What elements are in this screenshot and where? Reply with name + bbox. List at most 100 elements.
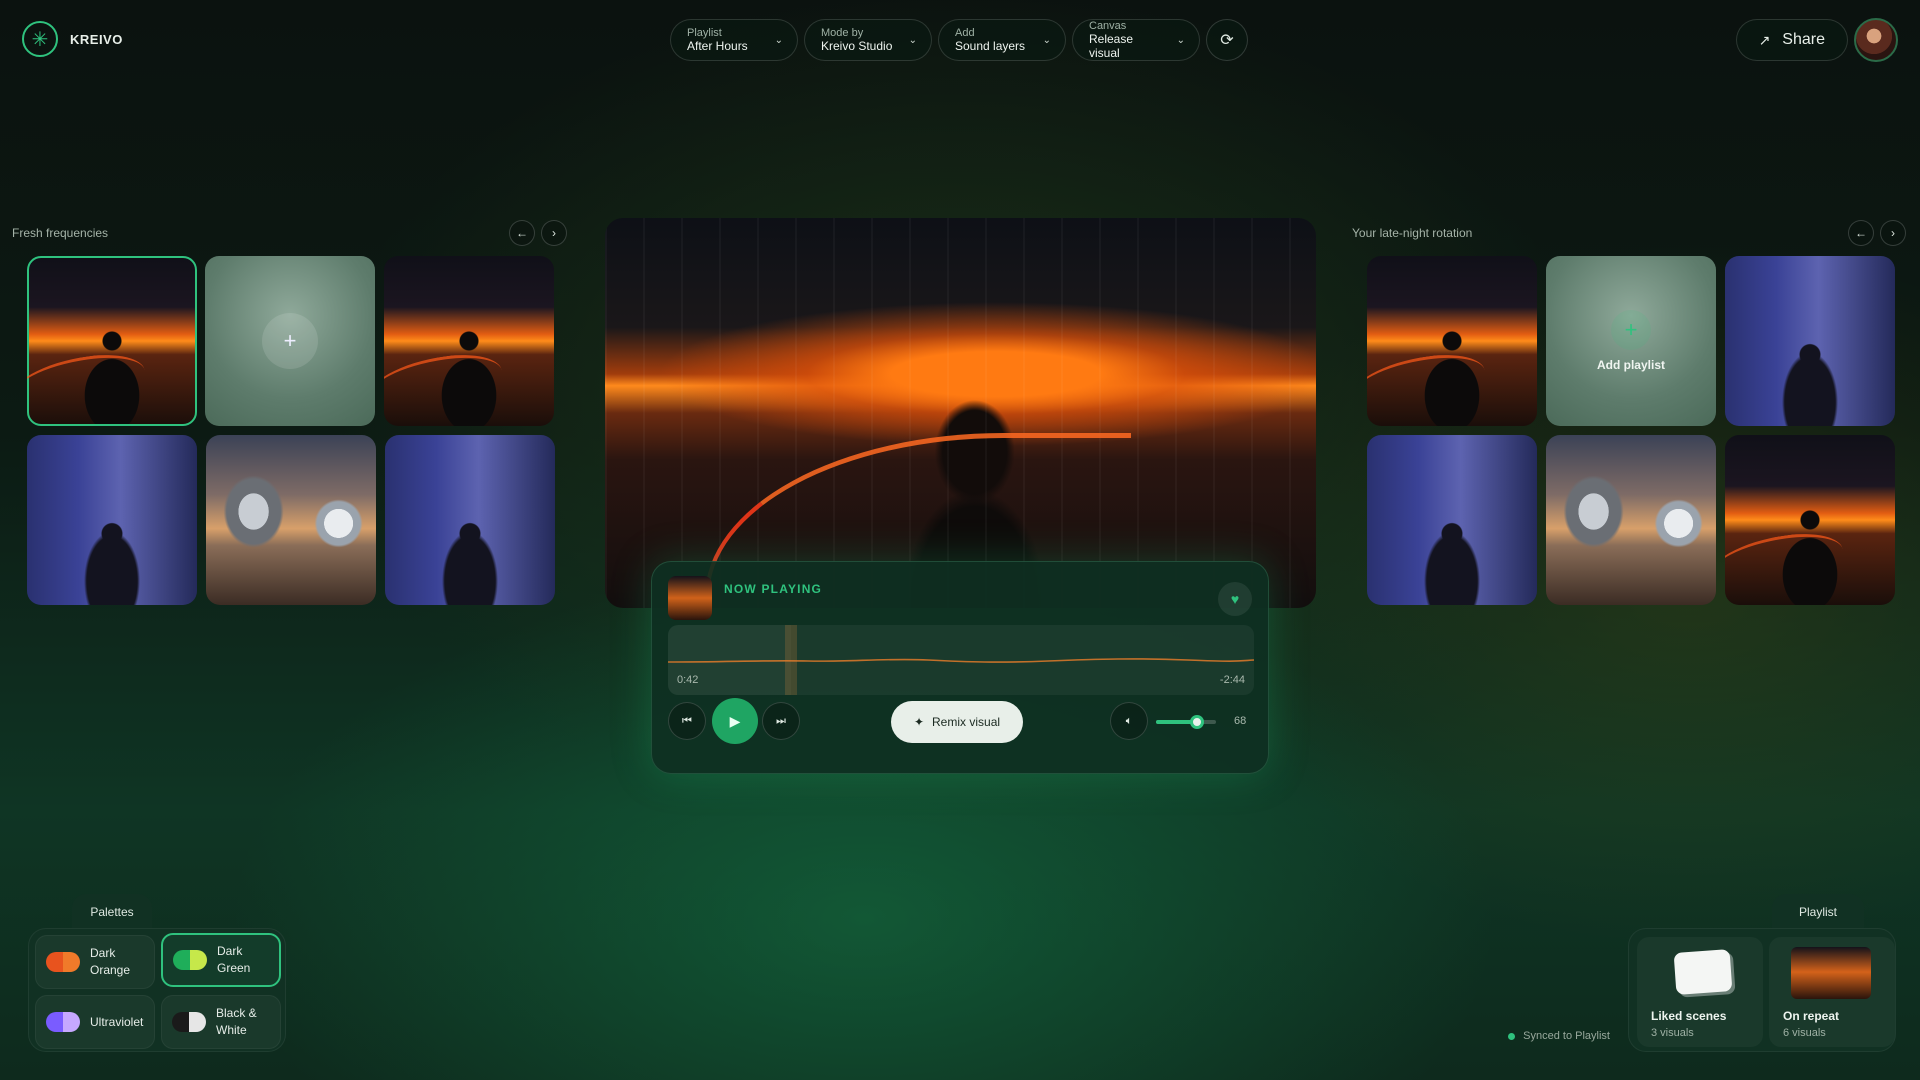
palette-name-line1: Dark <box>90 946 116 960</box>
now-playing-label: NOW PLAYING <box>724 582 823 596</box>
heart-icon: ♥ <box>1230 591 1240 607</box>
dropdown-label: Mode by <box>821 27 864 39</box>
mode-dropdown[interactable]: Mode by Kreivo Studio ⌄ <box>804 19 932 61</box>
next-track-button[interactable]: ⏭ <box>762 702 800 740</box>
palette-swatch <box>46 1012 80 1032</box>
volume-slider[interactable] <box>1156 715 1216 729</box>
playlist-panel: Liked scenes 3 visuals On repeat 6 visua… <box>1628 928 1896 1052</box>
palette-name-line1: Ultraviolet <box>90 1014 144 1029</box>
palette-name-line2: White <box>216 1023 247 1037</box>
palette-black-white[interactable]: Black & White <box>161 995 281 1049</box>
now-playing-card: NOW PLAYING ♥ 0:42 -2:44 ⏮ ▶ ⏭ ✦ Remix v… <box>651 561 1269 774</box>
elapsed-time: 0:42 <box>677 674 699 686</box>
skip-forward-icon: ⏭ <box>776 714 786 727</box>
remaining-time: -2:44 <box>1219 674 1245 686</box>
visual-tile[interactable] <box>1725 256 1895 426</box>
visual-tile[interactable] <box>1367 435 1537 605</box>
waveform-scrubber[interactable]: 0:42 -2:44 <box>668 625 1254 695</box>
playlist-tab[interactable]: Playlist <box>1772 894 1864 930</box>
section-title-fresh: Fresh frequencies <box>12 226 109 240</box>
next-button[interactable]: › <box>541 220 567 246</box>
remix-visual-button[interactable]: ✦ Remix visual <box>891 701 1023 743</box>
visual-tile[interactable] <box>384 256 554 426</box>
playlist-count: 3 visuals <box>1651 1027 1694 1039</box>
palettes-tab[interactable]: Palettes <box>72 894 152 930</box>
palette-name-line2: Green <box>217 961 251 975</box>
dropdown-value: After Hours <box>687 39 748 53</box>
visual-tile[interactable] <box>385 435 555 605</box>
waveform-line <box>668 658 1254 663</box>
canvas-dropdown[interactable]: Canvas Release visual ⌄ <box>1072 19 1200 61</box>
like-button[interactable]: ♥ <box>1218 582 1252 616</box>
visual-tile[interactable] <box>27 435 197 605</box>
next-button[interactable]: › <box>1880 220 1906 246</box>
add-playlist-label: Add playlist <box>1596 358 1665 372</box>
add-layers-dropdown[interactable]: Add Sound layers ⌄ <box>938 19 1066 61</box>
refresh-icon: ⟳ <box>1220 32 1234 49</box>
previous-track-button[interactable]: ⏮ <box>668 702 706 740</box>
chevron-down-icon: ⌄ <box>774 34 783 46</box>
app-name: KREIVO <box>70 31 123 47</box>
playlist-thumbnail <box>1791 947 1871 999</box>
share-label: Share <box>1782 31 1825 48</box>
visual-tile[interactable] <box>206 435 376 605</box>
playlist-dropdown[interactable]: Playlist After Hours ⌄ <box>670 19 798 61</box>
sync-status: Synced to Playlist <box>1508 1030 1610 1042</box>
dropdown-value: Sound layers <box>955 39 1026 53</box>
volume-handle[interactable] <box>1189 715 1204 729</box>
share-button[interactable]: ↗ Share <box>1735 19 1848 61</box>
add-visual-tile[interactable]: + <box>205 256 375 426</box>
add-playlist-tile[interactable]: + Add playlist <box>1546 256 1716 426</box>
asterisk-logo-icon: ✳ <box>22 21 58 57</box>
chevron-right-icon: › <box>1891 226 1895 240</box>
visual-tile[interactable] <box>1546 435 1716 605</box>
palette-dark-orange[interactable]: Dark Orange <box>35 935 155 989</box>
arrow-left-icon: ← <box>1855 226 1867 240</box>
skip-back-icon: ⏮ <box>682 714 692 727</box>
remix-label: Remix visual <box>932 715 1001 729</box>
plus-icon: + <box>262 313 318 369</box>
scenes-stack-icon <box>1673 949 1733 995</box>
arrow-up-right-icon: ↗ <box>1758 31 1771 48</box>
volume-value: 68 <box>1234 715 1247 727</box>
chevron-right-icon: › <box>552 226 556 240</box>
speaker-icon: 🔈︎ <box>1125 714 1133 727</box>
visual-tile[interactable] <box>1725 435 1895 605</box>
palette-name-line1: Black & <box>216 1006 257 1020</box>
playlist-card-on-repeat[interactable]: On repeat 6 visuals <box>1769 937 1895 1047</box>
dropdown-label: Canvas <box>1089 20 1127 32</box>
playlist-name: Liked scenes <box>1651 1009 1727 1023</box>
prev-button[interactable]: ← <box>1848 220 1874 246</box>
dropdown-value: Kreivo Studio <box>821 39 893 53</box>
sparkle-icon: ✦ <box>913 715 925 729</box>
arrow-left-icon: ← <box>516 226 528 240</box>
playlist-card-liked[interactable]: Liked scenes 3 visuals <box>1637 937 1763 1047</box>
volume-button[interactable]: 🔈︎ <box>1110 702 1148 740</box>
chevron-down-icon: ⌄ <box>1176 34 1185 46</box>
chevron-down-icon: ⌄ <box>908 34 917 46</box>
palette-swatch <box>172 1012 206 1032</box>
palette-name-line1: Dark <box>217 944 243 958</box>
visual-tile[interactable] <box>27 256 197 426</box>
playlist-name: On repeat <box>1783 1009 1840 1023</box>
palette-dark-green[interactable]: Dark Green <box>161 933 281 987</box>
palette-ultraviolet[interactable]: Ultraviolet <box>35 995 155 1049</box>
track-thumbnail <box>668 576 712 620</box>
avatar[interactable] <box>1854 18 1898 62</box>
dropdown-value: Release visual <box>1089 32 1134 60</box>
prev-button[interactable]: ← <box>509 220 535 246</box>
dropdown-label: Playlist <box>687 27 722 39</box>
status-dot <box>1508 1032 1516 1040</box>
visual-tile[interactable] <box>1367 256 1537 426</box>
section-title-late-night: Your late-night rotation <box>1352 226 1473 240</box>
palette-swatch <box>173 950 207 970</box>
app-logo[interactable]: ✳ KREIVO <box>22 21 123 57</box>
dropdown-label: Add <box>955 27 975 39</box>
palette-swatch <box>46 952 80 972</box>
plus-icon: + <box>1611 310 1651 350</box>
play-button[interactable]: ▶ <box>712 698 758 744</box>
palettes-panel: Dark Orange Dark Green Ultraviolet Black &… <box>28 928 286 1052</box>
chevron-down-icon: ⌄ <box>1042 34 1051 46</box>
hero-visual <box>605 218 1316 608</box>
refresh-button[interactable]: ⟳ <box>1206 19 1248 61</box>
